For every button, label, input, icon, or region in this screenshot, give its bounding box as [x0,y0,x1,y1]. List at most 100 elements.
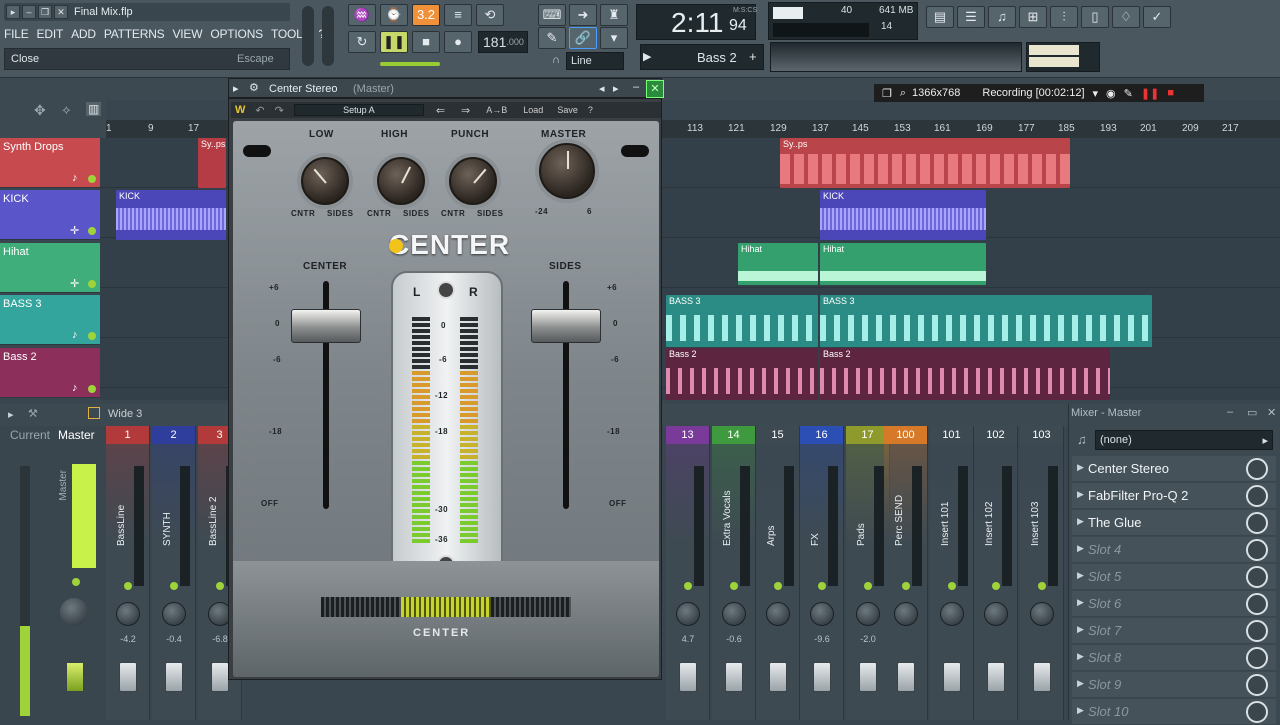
plugin-database-icon[interactable]: ♢ [1112,6,1140,28]
prev-icon[interactable]: ⇐ [436,104,445,117]
mute-led[interactable] [88,332,96,340]
strip-fader[interactable] [679,662,697,692]
time-display[interactable]: 2:11 94 M:S:CS [636,4,757,40]
fx-slot[interactable]: ▶ Slot 9 [1072,672,1276,698]
ab-compare-button[interactable]: A→B [486,105,507,115]
slot-mix-knob[interactable] [1246,647,1268,669]
mute-led[interactable] [88,227,96,235]
strip-fader[interactable] [943,662,961,692]
strip-pan-knob[interactable] [984,602,1008,626]
project-icon[interactable]: ▯ [1081,6,1109,28]
menu-arrow-icon[interactable]: ▸ [6,5,20,19]
arrow-icon[interactable]: ▸ [8,408,14,421]
strip-pan-knob[interactable] [856,602,880,626]
zoom-icon[interactable]: ✥ [34,102,46,119]
add-pattern-icon[interactable]: + [749,49,757,64]
master-pan-knob[interactable] [60,598,88,626]
next-icon[interactable]: ⇒ [461,104,470,117]
strip-pan-knob[interactable] [766,602,790,626]
menu-file[interactable]: FILE [4,27,29,41]
strip-led[interactable] [216,582,224,590]
pause-record-icon[interactable]: ❚❚ [1141,87,1159,100]
sides-fader-cap[interactable] [531,309,601,343]
tempo-nudge-bar[interactable] [380,62,440,66]
fx-slot[interactable]: ▶ FabFilter Pro-Q 2 [1072,483,1276,509]
slot-mix-knob[interactable] [1246,512,1268,534]
master-label[interactable]: Master [58,428,95,442]
window-icon[interactable]: ❐ [882,87,892,100]
slot-arrow-icon[interactable]: ▶ [1077,516,1084,527]
mixer-strip[interactable]: 15 Arps [756,426,800,720]
help-icon[interactable]: ? [588,105,593,115]
fx-slot[interactable]: ▶ The Glue [1072,510,1276,536]
strip-fader[interactable] [1033,662,1051,692]
clip-hihat[interactable]: Hihat [820,243,986,285]
slot-arrow-icon[interactable]: ▶ [1077,597,1084,608]
browser-icon[interactable]: ⊞ [1019,6,1047,28]
track-header[interactable]: KICK ✛ [0,190,100,240]
pause-button[interactable]: ❚❚ [380,31,408,53]
search-icon[interactable]: ⌕ [900,87,906,100]
multilink-icon[interactable]: ♜ [600,4,628,26]
mixer-strip[interactable]: 16 FX -9.6 [800,426,844,720]
pencil-icon[interactable]: ✎ [1124,87,1133,100]
master-led[interactable] [72,578,80,586]
clip-synth-drops[interactable]: Sy..ps [198,138,226,188]
slot-arrow-icon[interactable]: ▶ [1077,678,1084,689]
step-edit-icon[interactable]: ➜ [569,4,597,26]
slot-mix-knob[interactable] [1246,674,1268,696]
gear-icon[interactable]: ⚙ [249,81,259,94]
close-icon[interactable]: ✕ [1267,406,1276,419]
mute-led[interactable] [88,385,96,393]
clip-bass3[interactable]: BASS 3 [666,295,818,347]
minimize-icon[interactable]: – [633,81,639,93]
fx-slot[interactable]: ▶ Slot 5 [1072,564,1276,590]
strip-led[interactable] [902,582,910,590]
close-plugin-button[interactable]: ✕ [646,80,664,98]
play-pattern-icon[interactable]: ▶ [643,50,651,63]
strip-led[interactable] [1038,582,1046,590]
strip-led[interactable] [864,582,872,590]
save-button[interactable]: Save [557,105,578,115]
menu-options[interactable]: OPTIONS [210,27,263,41]
dropdown-icon[interactable]: ▾ [1093,87,1099,100]
camera-icon[interactable]: ◉ [1106,87,1116,100]
redo-icon[interactable]: ↷ [275,104,284,117]
minimize-icon[interactable]: – [1227,406,1233,418]
track-header[interactable]: Hihat ✛ [0,243,100,293]
record-button[interactable]: ● [444,31,472,53]
mixer-strip[interactable]: 103 Insert 103 [1020,426,1064,720]
strip-pan-knob[interactable] [162,602,186,626]
link-icon[interactable]: 🔗 [569,27,597,49]
loop-record-icon[interactable]: ⟲ [476,4,504,26]
strip-fader[interactable] [119,662,137,692]
strip-fader[interactable] [987,662,1005,692]
snap-select[interactable]: Line [566,52,624,70]
strip-fader[interactable] [813,662,831,692]
current-label[interactable]: Current [10,428,50,442]
slot-mix-knob[interactable] [1246,539,1268,561]
blend-icon[interactable]: ≡ [444,4,472,26]
track-header[interactable]: BASS 3 ♪ [0,295,100,345]
typing-keyboard-icon[interactable]: ⌨ [538,4,566,26]
slot-arrow-icon[interactable]: ▶ [1077,651,1084,662]
low-knob[interactable] [301,157,349,205]
fx-slot[interactable]: ▶ Slot 6 [1072,591,1276,617]
strip-led[interactable] [774,582,782,590]
strip-led[interactable] [124,582,132,590]
restore-icon[interactable]: ▭ [1247,406,1257,419]
menu-patterns[interactable]: PATTERNS [104,27,165,41]
pattern-list-icon[interactable]: ▥ [86,102,102,116]
strip-pan-knob[interactable] [722,602,746,626]
slot-mix-knob[interactable] [1246,593,1268,615]
strip-led[interactable] [992,582,1000,590]
mixer-strip[interactable]: 14 Extra Vocals -0.6 [712,426,756,720]
master-fader[interactable] [66,662,84,692]
slot-arrow-icon[interactable]: ▶ [1077,489,1084,500]
stop-button[interactable]: ■ [412,31,440,53]
clip-synth-drops[interactable]: Sy..ps [780,138,1070,188]
slot-arrow-icon[interactable]: ▶ [1077,543,1084,554]
pattern-mode-button[interactable]: 3.2 [412,4,440,26]
strip-fader[interactable] [211,662,229,692]
check-icon[interactable] [88,407,100,419]
